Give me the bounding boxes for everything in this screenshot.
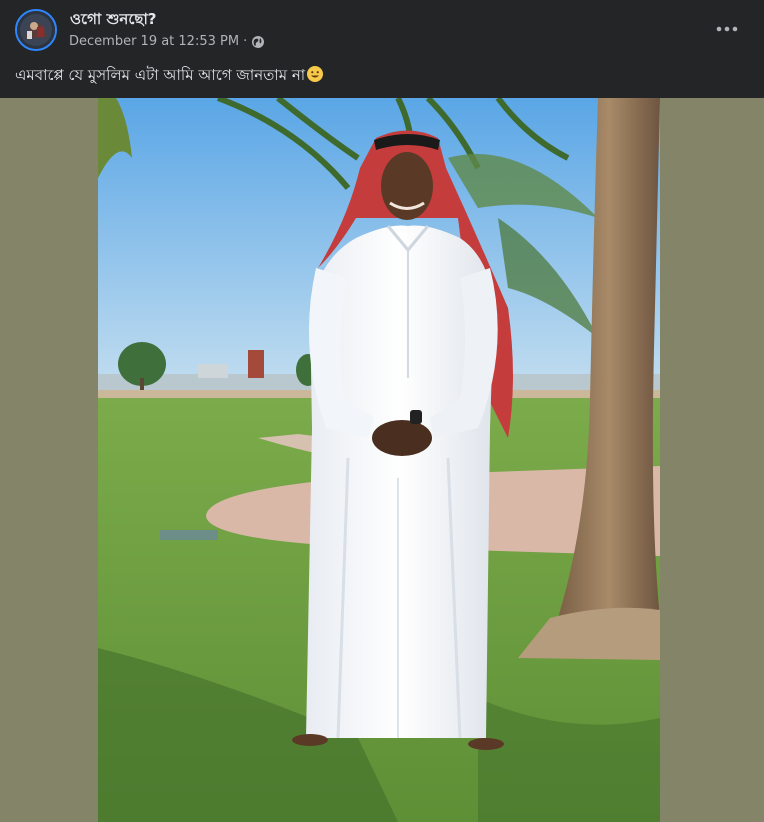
more-options-button[interactable] [712, 14, 742, 44]
globe-icon[interactable] [251, 35, 265, 49]
more-horizontal-icon [716, 26, 738, 32]
post-meta: December 19 at 12:53 PM · [69, 34, 265, 49]
smiling-face-emoji-icon [306, 65, 324, 83]
author-name[interactable]: ওগো শুনছো? [70, 8, 157, 33]
meta-separator: · [243, 34, 248, 49]
post-header: ওগো শুনছো? December 19 at 12:53 PM · [0, 0, 764, 60]
post-caption: এমবাপ্পে যে মুসলিম এটা আমি আগে জানতাম না [15, 64, 755, 89]
author-avatar[interactable] [15, 9, 57, 51]
post-media [0, 98, 764, 822]
caption-text: এমবাপ্পে যে মুসলিম এটা আমি আগে জানতাম না [15, 66, 306, 84]
post-photo[interactable] [98, 98, 660, 822]
post-timestamp[interactable]: December 19 at 12:53 PM [69, 34, 239, 49]
